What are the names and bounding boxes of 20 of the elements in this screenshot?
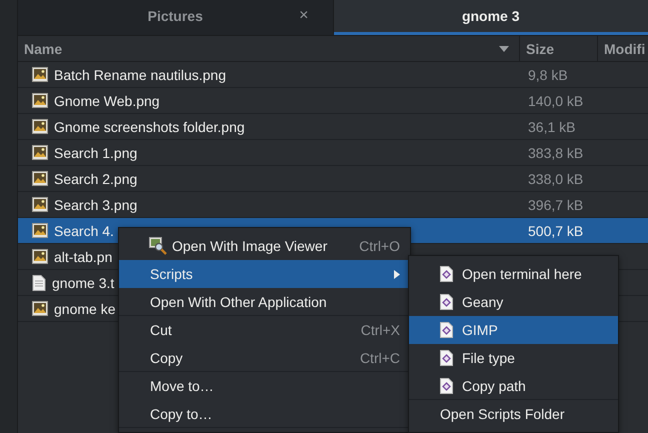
file-size: 396,7 kB [527,196,584,212]
file-name: Gnome screenshots folder.png [54,118,245,134]
file-size: 338,0 kB [527,170,584,186]
file-name: Batch Rename nautilus.png [54,66,226,82]
file-name: Gnome Web.png [54,92,160,108]
file-size: 36,1 kB [527,118,576,134]
file-name: Search 3.png [54,196,138,212]
shortcut-label: Ctrl+O [359,238,400,254]
file-size: 383,8 kB [527,144,584,160]
file-size: 140,0 kB [527,92,584,108]
file-name: Search 2.png [54,170,138,186]
file-size: 9,8 kB [527,66,568,82]
shortcut-label: Ctrl+X [360,322,400,338]
file-name: Search 1.png [54,144,138,160]
file-name: Search 4. [54,222,114,238]
shortcut-label: Ctrl+C [360,350,400,366]
file-size: 500,7 kB [527,222,584,238]
file-name: alt-tab.pn [54,248,112,264]
file-name: gnome 3.t [52,274,114,290]
file-name: gnome ke [54,300,116,316]
